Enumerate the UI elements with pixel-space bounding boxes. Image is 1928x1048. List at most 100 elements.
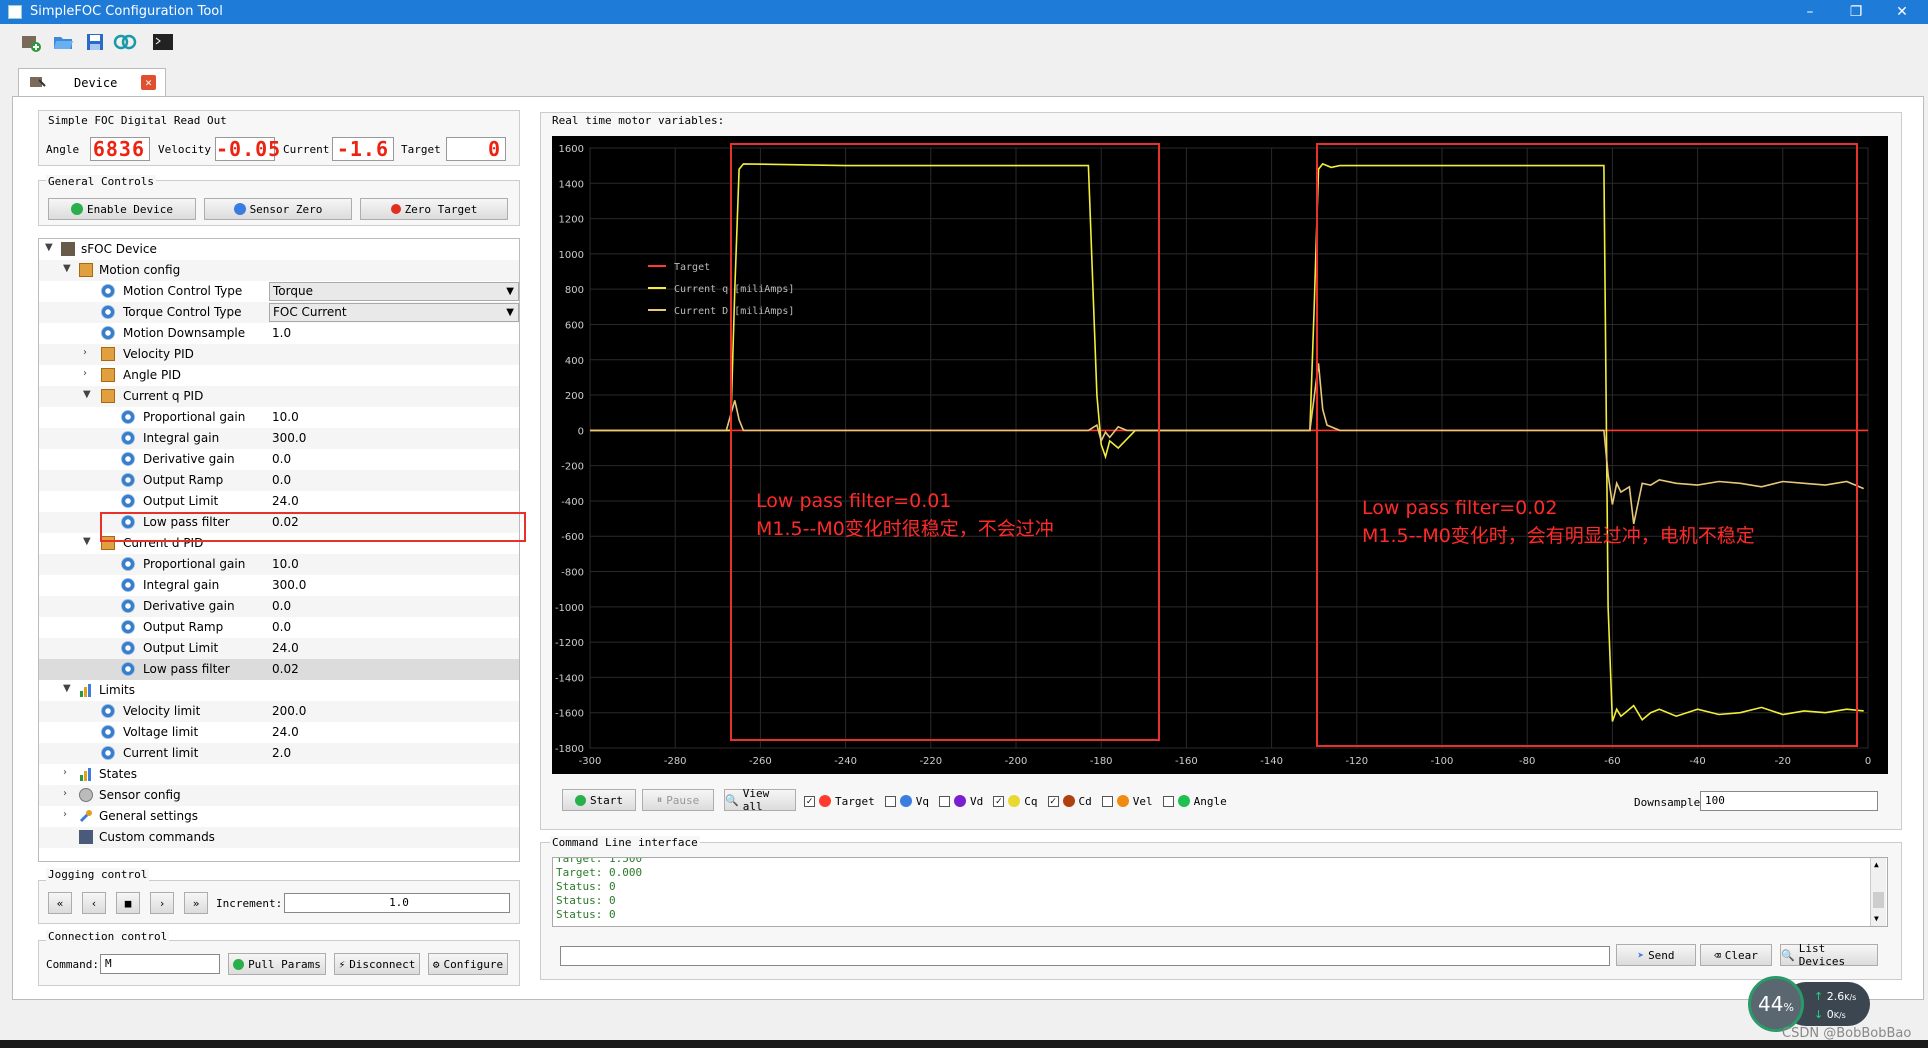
tree-limits[interactable]: ▼ Limits	[39, 680, 519, 701]
clear-button[interactable]: ⌫ Clear	[1700, 944, 1772, 966]
tree-root[interactable]: ▼ sFOC Device	[39, 239, 519, 260]
increment-input[interactable]: 1.0	[284, 893, 510, 913]
color-dot-icon	[954, 795, 966, 807]
checkbox[interactable]: ✓	[1047, 795, 1059, 807]
list-devices-button[interactable]: 🔍 List Devices	[1780, 942, 1878, 968]
pause-button[interactable]: ⏸ Pause	[642, 789, 714, 811]
collapse-icon[interactable]: ▼	[63, 263, 71, 274]
tab-close-icon[interactable]: ✕	[141, 75, 156, 90]
signal-toggle-vd[interactable]: Vd	[939, 795, 983, 808]
cli-output[interactable]: Target: 1.500 Target: 0.000 Status: 0 Statu…	[552, 857, 1888, 927]
y-tick-label: 800	[565, 285, 584, 296]
tree-sensor-config[interactable]: › Sensor config	[39, 785, 519, 806]
checkbox[interactable]	[1101, 795, 1113, 807]
tree-d-derivative-gain[interactable]: Derivative gain 0.0	[39, 596, 519, 617]
scroll-up-icon[interactable]: ▲	[1874, 860, 1879, 869]
tree-velocity-limit[interactable]: Velocity limit 200.0	[39, 701, 519, 722]
send-button[interactable]: ➤ Send	[1616, 944, 1696, 966]
tree-angle-pid[interactable]: › Angle PID	[39, 365, 519, 386]
y-tick-label: 1200	[559, 215, 584, 226]
scroll-down-icon[interactable]: ▼	[1874, 914, 1879, 923]
expand-icon[interactable]: ›	[63, 809, 67, 820]
scroll-thumb[interactable]	[1873, 892, 1884, 908]
tree-general-settings[interactable]: › General settings	[39, 806, 519, 827]
forward-button[interactable]: ›	[150, 892, 174, 914]
x-tick-label: -240	[834, 756, 857, 767]
tree-current-limit[interactable]: Current limit 2.0	[39, 743, 519, 764]
tree-torque-control-type[interactable]: Torque Control Type FOC Current ▼	[39, 302, 519, 323]
close-button[interactable]: ✕	[1882, 2, 1922, 22]
enable-device-button[interactable]: Enable Device	[48, 198, 196, 220]
expand-icon[interactable]: ›	[63, 767, 67, 778]
y-tick-label: 200	[565, 391, 584, 402]
command-input[interactable]: M	[100, 954, 220, 974]
arduino-link-icon[interactable]	[112, 30, 138, 54]
reverse-button[interactable]: ‹	[82, 892, 106, 914]
collapse-icon[interactable]: ▼	[83, 536, 91, 547]
tree-custom-commands[interactable]: Custom commands	[39, 827, 519, 848]
tree-velocity-pid[interactable]: › Velocity PID	[39, 344, 519, 365]
fast-reverse-icon: «	[56, 896, 64, 910]
restore-button[interactable]: ❐	[1836, 2, 1876, 22]
signal-toggle-cd[interactable]: ✓ Cd	[1047, 794, 1092, 808]
tree-motion-control-type[interactable]: Motion Control Type Torque ▼	[39, 281, 519, 302]
sensor-zero-button[interactable]: Sensor Zero	[204, 198, 352, 220]
zero-target-button[interactable]: Zero Target	[360, 198, 508, 220]
collapse-icon[interactable]: ▼	[83, 389, 91, 400]
torque-control-type-select[interactable]: FOC Current ▼	[269, 303, 519, 322]
signal-toggle-cq[interactable]: ✓ Cq	[993, 795, 1038, 808]
tree-voltage-limit[interactable]: Voltage limit 24.0	[39, 722, 519, 743]
stop-button[interactable]: ■	[116, 892, 140, 914]
tree-d-proportional-gain[interactable]: Proportional gain 10.0	[39, 554, 519, 575]
signal-toggle-vel[interactable]: Vel	[1101, 795, 1153, 808]
checkbox[interactable]	[1162, 795, 1174, 807]
expand-icon[interactable]: ›	[83, 368, 87, 379]
x-tick-label: -220	[919, 756, 942, 767]
view-all-button[interactable]: 🔍 View all	[724, 787, 796, 813]
checkbox[interactable]: ✓	[993, 795, 1005, 807]
minimize-button[interactable]: –	[1790, 2, 1830, 22]
signal-toggle-vq[interactable]: Vq	[884, 795, 929, 808]
fast-reverse-button[interactable]: «	[48, 892, 72, 914]
tree-motion-downsample[interactable]: Motion Downsample 1.0	[39, 323, 519, 344]
terminal-icon[interactable]	[150, 30, 176, 54]
tree-q-integral-gain[interactable]: Integral gain 300.0	[39, 428, 519, 449]
cli-scrollbar[interactable]: ▲ ▼	[1870, 858, 1886, 926]
fast-forward-icon: »	[192, 896, 200, 910]
tree-q-output-limit[interactable]: Output Limit 24.0	[39, 491, 519, 512]
save-icon[interactable]	[82, 30, 108, 54]
tree-d-integral-gain[interactable]: Integral gain 300.0	[39, 575, 519, 596]
checkbox[interactable]	[884, 795, 896, 807]
motion-control-type-select[interactable]: Torque ▼	[269, 282, 519, 301]
checkbox[interactable]	[939, 795, 950, 807]
open-folder-icon[interactable]	[50, 30, 76, 54]
checkbox[interactable]: ✓	[804, 795, 815, 807]
tree-q-derivative-gain[interactable]: Derivative gain 0.0	[39, 449, 519, 470]
collapse-icon[interactable]: ▼	[45, 242, 53, 253]
new-device-icon[interactable]	[18, 30, 44, 54]
fast-forward-button[interactable]: »	[184, 892, 208, 914]
tree-motion-config[interactable]: ▼ Motion config	[39, 260, 519, 281]
tree-q-output-ramp[interactable]: Output Ramp 0.0	[39, 470, 519, 491]
tree-states[interactable]: › States	[39, 764, 519, 785]
collapse-icon[interactable]: ▼	[63, 683, 71, 694]
configure-button[interactable]: ⚙ Configure	[428, 953, 508, 975]
downsample-input[interactable]: 100	[1700, 791, 1878, 811]
readout-group-label: Simple FOC Digital Read Out	[46, 114, 229, 127]
tab-device[interactable]: Device ✕	[18, 68, 166, 96]
tree-d-output-ramp[interactable]: Output Ramp 0.0	[39, 617, 519, 638]
tree-d-low-pass-filter[interactable]: Low pass filter 0.02	[39, 659, 519, 680]
cli-lines: Target: 1.500 Target: 0.000 Status: 0 Statu…	[556, 858, 1887, 922]
tree-current-q-pid[interactable]: ▼ Current q PID	[39, 386, 519, 407]
pull-params-button[interactable]: Pull Params	[228, 953, 326, 975]
tree-d-output-limit[interactable]: Output Limit 24.0	[39, 638, 519, 659]
disconnect-button[interactable]: ⚡ Disconnect	[334, 953, 420, 975]
signal-label: Cd	[1078, 794, 1092, 808]
start-button[interactable]: Start	[562, 789, 636, 811]
signal-toggle-target[interactable]: ✓ Target	[804, 795, 875, 808]
cli-input[interactable]	[560, 946, 1610, 966]
expand-icon[interactable]: ›	[83, 347, 87, 358]
signal-toggle-angle[interactable]: Angle	[1162, 795, 1227, 808]
expand-icon[interactable]: ›	[63, 788, 67, 799]
tree-q-proportional-gain[interactable]: Proportional gain 10.0	[39, 407, 519, 428]
